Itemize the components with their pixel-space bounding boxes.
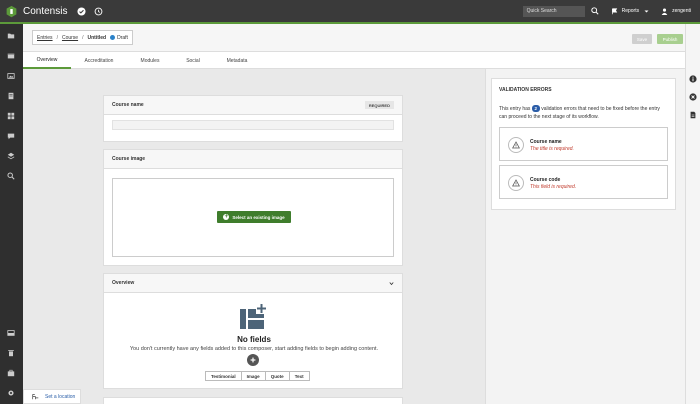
plus-icon: + [223, 214, 230, 220]
image-drop-area[interactable]: + Select an existing image [112, 178, 394, 257]
comment-icon[interactable] [7, 132, 15, 140]
field-type-text[interactable]: Text [290, 372, 309, 380]
search-icon[interactable] [7, 172, 15, 180]
save-button[interactable]: Save [632, 34, 652, 44]
user-label: zengenti [672, 8, 691, 14]
field-type-image[interactable]: Image [242, 372, 266, 380]
breadcrumb-entries[interactable]: Entries [37, 35, 53, 41]
course-name-card: Course name REQUIRED [103, 95, 403, 142]
editor-area: Course name REQUIRED Course image + Sele… [23, 69, 485, 404]
error-field-name: Course code [530, 177, 561, 183]
add-field-button[interactable] [247, 354, 259, 366]
inbox-icon[interactable] [7, 329, 15, 337]
empty-state-description: You don't currently have any fields adde… [129, 346, 379, 352]
validation-desc-before: This entry has [499, 106, 531, 112]
gear-icon[interactable] [7, 389, 15, 397]
warning-icon [508, 175, 524, 191]
error-message: The title is required. [530, 146, 574, 152]
breadcrumb-separator: / [56, 34, 58, 41]
breadcrumb-current: Untitled [87, 34, 107, 41]
search-placeholder: Quick Search [526, 8, 557, 14]
overview-composer-card: Overview No fields You don't currently h… [103, 273, 403, 389]
set-location-button[interactable]: Set a location [23, 389, 81, 404]
entry-header: Entries / Course / Untitled Draft Save P… [23, 24, 693, 52]
image-icon[interactable] [7, 72, 15, 80]
chevron-down-icon [644, 10, 649, 12]
brand-area[interactable]: Contensis [0, 0, 67, 22]
info-icon[interactable] [689, 75, 697, 83]
set-location-label: Set a location [45, 393, 76, 400]
close-circle-icon[interactable] [689, 93, 697, 101]
reports-menu[interactable]: Reports [611, 7, 650, 15]
briefcase-icon[interactable] [7, 369, 15, 377]
tab-bar: Overview Accreditation Modules Social Me… [23, 52, 685, 69]
user-menu[interactable]: zengenti [661, 8, 691, 15]
plus-icon [250, 357, 256, 363]
location-icon [32, 394, 39, 400]
app-title: Contensis [23, 5, 68, 17]
trash-icon[interactable] [7, 349, 15, 357]
validation-panel: VALIDATION ERRORS This entry has 2 valid… [491, 78, 676, 210]
breadcrumb: Entries / Course / Untitled Draft [32, 30, 133, 45]
document-icon[interactable] [7, 92, 15, 100]
field-header: Course name REQUIRED [104, 96, 402, 115]
chevron-down-icon[interactable] [389, 281, 394, 286]
field-header: Course image [104, 150, 402, 169]
tab-modules[interactable]: Modules [135, 52, 165, 69]
field-label: Course image [112, 156, 146, 162]
field-label: Course name [112, 102, 144, 108]
course-image-card: Course image + Select an existing image [103, 149, 403, 266]
publish-button[interactable]: Publish [657, 34, 683, 44]
grid-icon[interactable] [7, 112, 15, 120]
breadcrumb-separator: / [82, 34, 84, 41]
field-type-picker: Testimonial Image Quote Text [205, 371, 310, 381]
warning-icon [508, 137, 524, 153]
history-icon[interactable] [94, 7, 103, 16]
field-type-testimonial[interactable]: Testimonial [206, 372, 242, 380]
draft-status-dot [110, 35, 116, 40]
contensis-logo-icon [6, 5, 17, 17]
error-count-badge: 2 [531, 105, 540, 112]
empty-state-title: No fields [237, 335, 271, 344]
next-field-card [103, 397, 403, 404]
document-icon[interactable] [689, 111, 697, 119]
status-label: Draft [117, 34, 128, 41]
validation-error-item[interactable]: Course name The title is required. [499, 127, 668, 161]
course-name-input[interactable] [112, 120, 394, 130]
check-circle-icon[interactable] [77, 6, 87, 16]
select-image-button[interactable]: + Select an existing image [217, 211, 291, 223]
left-sidebar [0, 24, 23, 404]
tab-metadata[interactable]: Metadata [221, 52, 253, 69]
layers-icon[interactable] [7, 152, 15, 160]
error-message: This field is required. [530, 184, 577, 190]
validation-error-item[interactable]: Course code This field is required. [499, 165, 668, 199]
flag-icon [611, 7, 617, 14]
validation-title: VALIDATION ERRORS [499, 87, 552, 93]
folder-icon[interactable] [7, 32, 15, 40]
user-icon [661, 8, 668, 15]
error-field-name: Course name [530, 139, 562, 145]
validation-description: This entry has 2 validation errors that … [499, 105, 669, 121]
tab-overview[interactable]: Overview [23, 52, 71, 69]
reports-label: Reports [621, 8, 640, 14]
tab-social[interactable]: Social [181, 52, 205, 69]
breadcrumb-course[interactable]: Course [62, 35, 78, 41]
right-icon-strip [685, 24, 700, 404]
required-badge: REQUIRED [364, 101, 394, 109]
entries-icon[interactable] [7, 52, 15, 60]
field-type-quote[interactable]: Quote [266, 372, 290, 380]
search-input[interactable]: Quick Search [522, 5, 585, 17]
top-bar: Contensis Quick Search Reports zengenti [0, 0, 700, 22]
tab-accreditation[interactable]: Accreditation [79, 52, 119, 69]
composer-label: Overview [112, 280, 135, 286]
search-icon[interactable] [590, 7, 599, 15]
add-field-icon [240, 303, 267, 329]
composer-header[interactable]: Overview [104, 274, 402, 293]
select-image-label: Select an existing image [232, 214, 285, 220]
